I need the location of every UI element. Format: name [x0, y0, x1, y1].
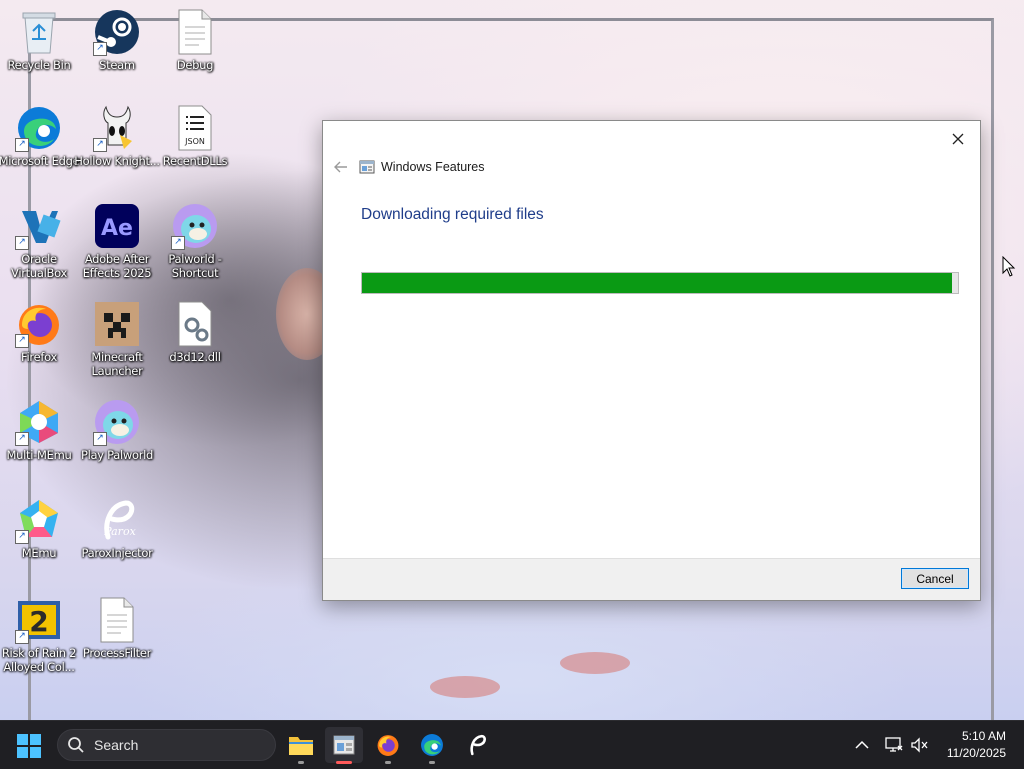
desktop-icon-risk-of-rain[interactable]: 2 ↗ Risk of Rain 2 Alloyed Col... — [0, 596, 82, 674]
desktop-icon-steam[interactable]: ↗ Steam — [74, 8, 160, 72]
dialog-footer: Cancel — [323, 558, 980, 600]
steam-icon: ↗ — [93, 8, 141, 56]
recycle-bin-icon — [15, 8, 63, 56]
show-hidden-icons-button[interactable] — [852, 735, 872, 755]
svg-text:Parox: Parox — [103, 525, 136, 538]
search-icon — [68, 737, 84, 753]
desktop-icon-edge[interactable]: ↗ Microsoft Edge — [0, 104, 82, 168]
clock-time: 5:10 AM — [961, 729, 1006, 743]
desktop-icon-recycle-bin[interactable]: Recycle Bin — [0, 8, 82, 72]
dialog-title: Windows Features — [381, 160, 485, 174]
windows-features-icon — [359, 160, 375, 174]
hollow-knight-icon: ↗ — [93, 104, 141, 152]
mouse-cursor-icon — [1002, 256, 1016, 277]
shortcut-arrow-icon: ↗ — [171, 236, 185, 250]
desktop-icon-process-filter[interactable]: ProcessFilter — [74, 596, 160, 660]
dll-file-icon — [171, 300, 219, 348]
shortcut-arrow-icon: ↗ — [93, 432, 107, 446]
firefox-icon: ↗ — [15, 300, 63, 348]
risk-of-rain-icon: 2 ↗ — [15, 596, 63, 644]
chevron-up-icon — [855, 740, 869, 749]
active-indicator — [336, 761, 352, 764]
download-progress-bar — [361, 272, 959, 294]
progress-bar-fill — [362, 273, 953, 293]
shortcut-arrow-icon: ↗ — [15, 630, 29, 644]
desktop-icon-debug[interactable]: Debug — [152, 8, 238, 72]
firefox-icon — [377, 735, 399, 756]
windows-logo-icon — [17, 734, 41, 758]
taskbar-search-box[interactable]: Search — [57, 729, 276, 761]
shortcut-arrow-icon: ↗ — [15, 530, 29, 544]
shortcut-arrow-icon: ↗ — [93, 42, 107, 56]
close-button[interactable] — [944, 127, 972, 151]
shortcut-arrow-icon: ↗ — [15, 138, 29, 152]
taskbar-app-edge[interactable] — [413, 727, 451, 764]
search-label: Search — [94, 737, 139, 753]
desktop-icon-firefox[interactable]: ↗ Firefox — [0, 300, 82, 364]
desktop-icon-d3d12-dll[interactable]: d3d12.dll — [152, 300, 238, 364]
parox-icon: Parox — [93, 496, 141, 544]
folder-icon — [289, 737, 313, 755]
virtualbox-icon: ↗ — [15, 202, 63, 250]
running-indicator — [385, 761, 391, 764]
desktop-icon-virtualbox[interactable]: ↗ Oracle VirtualBox — [0, 202, 82, 280]
edge-icon — [421, 734, 443, 756]
taskbar-app-file-explorer[interactable] — [282, 727, 320, 764]
desktop-icon-memu[interactable]: ↗ MEmu — [0, 496, 82, 560]
close-icon — [952, 133, 964, 145]
desktop-icon-multi-memu[interactable]: ↗ Multi-MEmu — [0, 398, 82, 462]
network-monitor-icon — [885, 737, 903, 752]
cancel-button[interactable]: Cancel — [901, 568, 969, 589]
after-effects-icon: Ae — [93, 202, 141, 250]
wallpaper-paw — [560, 652, 630, 674]
back-arrow-icon — [334, 161, 347, 173]
json-file-icon: JSON — [171, 104, 219, 152]
svg-text:JSON: JSON — [184, 137, 205, 146]
desktop-icon-minecraft[interactable]: Minecraft Launcher — [74, 300, 160, 378]
taskbar-app-firefox[interactable] — [369, 727, 407, 764]
parox-icon — [470, 734, 486, 756]
document-icon — [93, 596, 141, 644]
palworld-icon: ↗ — [171, 202, 219, 250]
desktop-icon-after-effects[interactable]: Ae Adobe After Effects 2025 — [74, 202, 160, 280]
network-tray-button[interactable] — [884, 735, 904, 755]
document-icon — [171, 8, 219, 56]
desktop-icon-hollow-knight[interactable]: ↗ Hollow Knight... — [74, 104, 160, 168]
svg-text:Ae: Ae — [101, 216, 133, 241]
palworld-icon: ↗ — [93, 398, 141, 446]
dialog-heading: Downloading required files — [361, 206, 544, 223]
shortcut-arrow-icon: ↗ — [93, 138, 107, 152]
multi-memu-icon: ↗ — [15, 398, 63, 446]
shortcut-arrow-icon: ↗ — [15, 432, 29, 446]
memu-icon: ↗ — [15, 496, 63, 544]
desktop-icon-recent-dlls[interactable]: JSON RecentDLLs — [152, 104, 238, 168]
taskbar-app-windows-features[interactable] — [325, 727, 363, 764]
shortcut-arrow-icon: ↗ — [15, 236, 29, 250]
desktop-icon-parox-injector[interactable]: Parox ParoxInjector — [74, 496, 160, 560]
taskbar-app-parox-injector[interactable] — [458, 727, 496, 763]
svg-text:2: 2 — [29, 605, 48, 638]
volume-muted-icon — [911, 737, 928, 753]
windows-features-icon — [333, 735, 355, 755]
edge-icon: ↗ — [15, 104, 63, 152]
start-button[interactable] — [16, 733, 42, 759]
taskbar-clock[interactable]: 5:10 AM 11/20/2025 — [947, 728, 1006, 762]
volume-tray-button[interactable] — [910, 735, 930, 755]
taskbar: Search 5:10 AM 11/20/2025 — [0, 720, 1024, 769]
running-indicator — [298, 761, 304, 764]
back-button[interactable] — [331, 157, 351, 177]
desktop-icon-palworld-shortcut[interactable]: ↗ Palworld - Shortcut — [152, 202, 238, 280]
minecraft-icon — [93, 300, 141, 348]
shortcut-arrow-icon: ↗ — [15, 334, 29, 348]
running-indicator — [429, 761, 435, 764]
desktop-icon-play-palworld[interactable]: ↗ Play Palworld — [74, 398, 160, 462]
windows-features-dialog: Windows Features Downloading required fi… — [322, 120, 981, 601]
wallpaper-paw — [430, 676, 500, 698]
clock-date: 11/20/2025 — [946, 746, 1006, 760]
dialog-nav-row: Windows Features — [331, 157, 485, 177]
